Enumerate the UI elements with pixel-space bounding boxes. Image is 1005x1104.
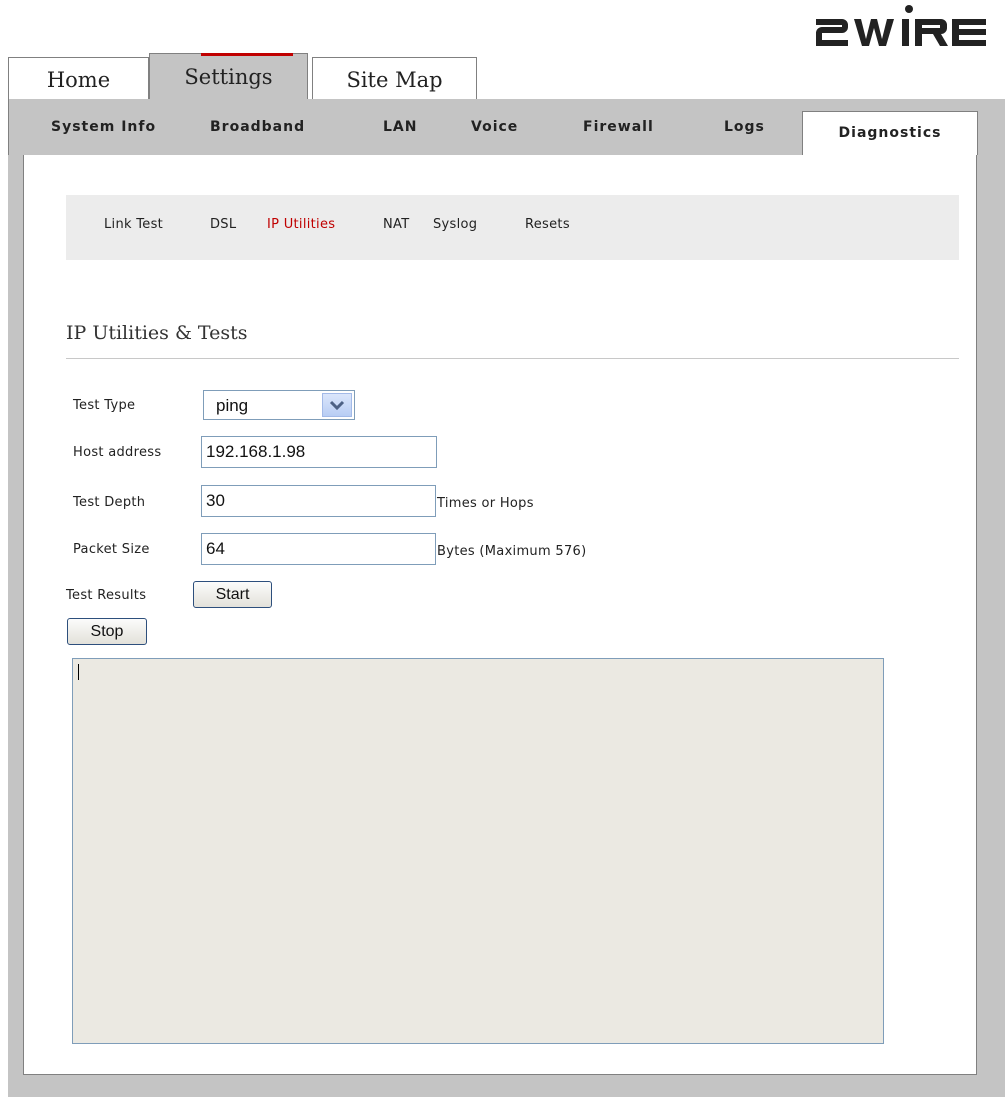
tab-home-label: Home (46, 68, 111, 92)
test-results-textarea[interactable] (72, 658, 884, 1044)
submenu-resets[interactable]: Resets (525, 217, 570, 232)
nav-logs[interactable]: Logs (724, 113, 765, 141)
page: Home Settings Site Map System Info Broad… (0, 0, 1005, 1104)
tab-site-map[interactable]: Site Map (312, 57, 477, 99)
tab-home[interactable]: Home (8, 57, 149, 99)
packet-size-label: Packet Size (73, 542, 150, 557)
tab-settings-label: Settings (184, 65, 273, 89)
chevron-down-icon[interactable] (322, 393, 352, 417)
test-depth-input[interactable] (201, 485, 436, 517)
nav-lan[interactable]: LAN (383, 113, 417, 141)
nav-broadband[interactable]: Broadband (210, 113, 305, 141)
nav-firewall[interactable]: Firewall (583, 113, 654, 141)
submenu-nat[interactable]: NAT (383, 217, 409, 232)
active-submenu-underline (201, 53, 293, 56)
submenu-syslog[interactable]: Syslog (433, 217, 477, 232)
nav-voice[interactable]: Voice (471, 113, 518, 141)
test-depth-label: Test Depth (73, 495, 146, 510)
text-caret (78, 664, 79, 680)
settings-nav-bar: System Info Broadband LAN Voice Firewall… (8, 99, 1005, 157)
nav-diagnostics-label: Diagnostics (838, 125, 942, 141)
nav-system-info[interactable]: System Info (51, 113, 156, 141)
test-type-label: Test Type (73, 398, 136, 413)
nav-diagnostics[interactable]: Diagnostics (802, 111, 978, 157)
packet-size-input[interactable] (201, 533, 436, 565)
start-button[interactable]: Start (193, 581, 272, 608)
test-type-selected-value: ping (216, 396, 249, 415)
section-divider (66, 358, 959, 359)
2wire-logo (816, 5, 986, 46)
test-depth-hint: Times or Hops (437, 496, 534, 511)
host-address-input[interactable] (201, 436, 437, 468)
section-title: IP Utilities & Tests (66, 322, 248, 344)
stop-button[interactable]: Stop (67, 618, 147, 645)
packet-size-hint: Bytes (Maximum 576) (437, 544, 587, 559)
test-type-select[interactable]: ping (203, 390, 355, 420)
submenu-dsl[interactable]: DSL (210, 217, 236, 232)
diagnostics-submenu: Link Test DSL IP Utilities NAT Syslog Re… (66, 195, 959, 260)
tab-site-map-label: Site Map (346, 68, 443, 92)
host-address-label: Host address (73, 445, 162, 460)
submenu-link-test[interactable]: Link Test (104, 217, 163, 232)
submenu-ip-utilities[interactable]: IP Utilities (267, 217, 335, 232)
tab-settings[interactable]: Settings (149, 53, 308, 99)
test-results-label: Test Results (66, 588, 147, 603)
